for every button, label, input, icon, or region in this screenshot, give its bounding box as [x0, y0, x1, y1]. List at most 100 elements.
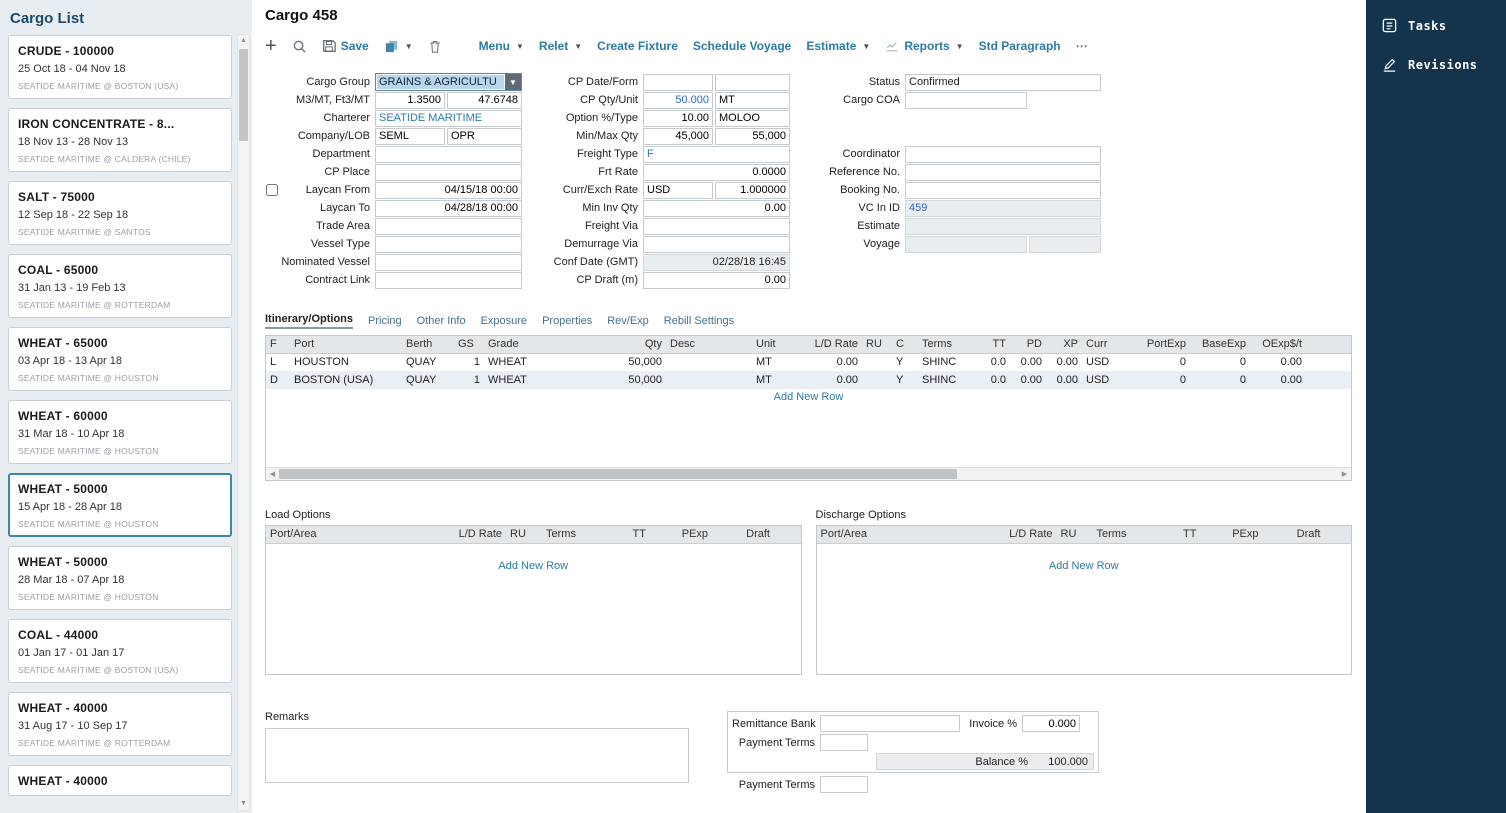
cell-f[interactable]: D: [266, 371, 290, 389]
cp-place-field[interactable]: [375, 164, 522, 181]
cargo-list-item-wheat-60000[interactable]: WHEAT - 60000 31 Mar 18 - 10 Apr 18 SEAT…: [8, 400, 232, 464]
more-options-icon[interactable]: ⋯: [1076, 39, 1089, 53]
cell-baseexp[interactable]: 0: [1190, 353, 1250, 371]
laycan-to-field[interactable]: [375, 200, 522, 217]
cell-berth[interactable]: QUAY: [402, 371, 454, 389]
menu-button[interactable]: Menu ▼: [479, 39, 524, 53]
cell-oexp[interactable]: 0.00: [1250, 353, 1306, 371]
cell-desc[interactable]: [666, 371, 752, 389]
scrollbar-track[interactable]: [279, 468, 1338, 480]
cargo-list-item-coal-65000[interactable]: COAL - 65000 31 Jan 13 - 19 Feb 13 SEATI…: [8, 254, 232, 318]
remarks-textarea[interactable]: [265, 728, 689, 783]
cell-xp[interactable]: 0.00: [1046, 353, 1082, 371]
currency-field[interactable]: [643, 182, 713, 199]
cell-ld-rate[interactable]: 0.00: [798, 353, 862, 371]
vc-in-id-field[interactable]: 459: [905, 200, 1101, 217]
payment-terms-2-field[interactable]: [820, 776, 868, 793]
min-qty-field[interactable]: [643, 128, 713, 145]
option-type-field[interactable]: [715, 110, 790, 127]
ft3mt-field[interactable]: [447, 92, 522, 109]
cell-pd[interactable]: 0.00: [1010, 371, 1046, 389]
cell-xp[interactable]: 0.00: [1046, 371, 1082, 389]
discharge-options-add-new-row-link[interactable]: Add New Row: [817, 560, 1352, 572]
booking-no-field[interactable]: [905, 182, 1101, 199]
tab-rev-exp[interactable]: Rev/Exp: [607, 315, 649, 329]
cargo-list-item-wheat-50000-b[interactable]: WHEAT - 50000 28 Mar 18 - 07 Apr 18 SEAT…: [8, 546, 232, 610]
cargo-list-item-wheat-65000[interactable]: WHEAT - 65000 03 Apr 18 - 13 Apr 18 SEAT…: [8, 327, 232, 391]
itinerary-add-new-row-link[interactable]: Add New Row: [266, 391, 1351, 403]
scroll-left-arrow-icon[interactable]: ◀: [266, 470, 279, 478]
tab-other-info[interactable]: Other Info: [417, 315, 466, 329]
cp-date-field[interactable]: [643, 74, 713, 91]
cell-curr[interactable]: USD: [1082, 353, 1124, 371]
cell-ru[interactable]: [862, 353, 892, 371]
scrollbar-thumb[interactable]: [239, 49, 248, 141]
cp-unit-field[interactable]: [715, 92, 790, 109]
contract-link-field[interactable]: [375, 272, 522, 289]
lob-field[interactable]: [447, 128, 522, 145]
cell-c[interactable]: Y: [892, 353, 918, 371]
std-paragraph-button[interactable]: Std Paragraph: [979, 39, 1061, 53]
tab-pricing[interactable]: Pricing: [368, 315, 402, 329]
tab-exposure[interactable]: Exposure: [481, 315, 527, 329]
department-field[interactable]: [375, 146, 522, 163]
sidebar-scrollbar[interactable]: ▲ ▼: [237, 34, 250, 811]
cell-unit[interactable]: MT: [752, 353, 798, 371]
cell-gs[interactable]: 1: [454, 371, 484, 389]
laycan-checkbox[interactable]: [266, 184, 278, 196]
cell-grade[interactable]: WHEAT: [484, 371, 590, 389]
demurrage-via-field[interactable]: [643, 236, 790, 253]
trade-area-field[interactable]: [375, 218, 522, 235]
reference-no-field[interactable]: [905, 164, 1101, 181]
payment-terms-field[interactable]: [820, 734, 868, 751]
delete-icon[interactable]: [428, 39, 442, 54]
cargo-list-item-wheat-40000[interactable]: WHEAT - 40000 31 Aug 17 - 10 Sep 17 SEAT…: [8, 692, 232, 756]
cell-port[interactable]: HOUSTON: [290, 353, 402, 371]
cargo-list-item-coal-44000[interactable]: COAL - 44000 01 Jan 17 - 01 Jan 17 SEATI…: [8, 619, 232, 683]
cargo-list-item-salt-75000[interactable]: SALT - 75000 12 Sep 18 - 22 Sep 18 SEATI…: [8, 181, 232, 245]
tab-rebill-settings[interactable]: Rebill Settings: [664, 315, 734, 329]
scroll-down-arrow-icon[interactable]: ▼: [240, 798, 247, 810]
laycan-from-field[interactable]: [375, 182, 522, 199]
cell-ru[interactable]: [862, 371, 892, 389]
freight-type-field[interactable]: F: [643, 146, 790, 163]
max-qty-field[interactable]: [715, 128, 790, 145]
rail-item-revisions[interactable]: Revisions: [1366, 45, 1506, 84]
vessel-type-field[interactable]: [375, 236, 522, 253]
cp-form-field[interactable]: [715, 74, 790, 91]
min-inv-qty-field[interactable]: [643, 200, 790, 217]
cell-tt[interactable]: 0.0: [974, 353, 1010, 371]
cell-desc[interactable]: [666, 353, 752, 371]
cell-port[interactable]: BOSTON (USA): [290, 371, 402, 389]
cell-terms[interactable]: SHINC: [918, 353, 974, 371]
cell-baseexp[interactable]: 0: [1190, 371, 1250, 389]
reports-button[interactable]: Reports ▼: [885, 39, 963, 53]
scroll-up-arrow-icon[interactable]: ▲: [240, 35, 247, 47]
tab-itinerary-options[interactable]: Itinerary/Options: [265, 313, 353, 329]
cell-oexp[interactable]: 0.00: [1250, 371, 1306, 389]
tab-properties[interactable]: Properties: [542, 315, 592, 329]
scrollbar-thumb[interactable]: [279, 469, 957, 479]
exch-rate-field[interactable]: [715, 182, 790, 199]
chevron-down-icon[interactable]: ▼: [505, 74, 521, 90]
cell-qty[interactable]: 50,000: [590, 353, 666, 371]
cell-f[interactable]: L: [266, 353, 290, 371]
search-icon[interactable]: [292, 39, 307, 54]
cell-portexp[interactable]: 0: [1124, 371, 1190, 389]
cell-terms[interactable]: SHINC: [918, 371, 974, 389]
company-field[interactable]: [375, 128, 445, 145]
copy-button[interactable]: ▼: [384, 39, 413, 54]
cell-berth[interactable]: QUAY: [402, 353, 454, 371]
coordinator-field[interactable]: [905, 146, 1101, 163]
new-cargo-button[interactable]: +: [265, 36, 277, 56]
create-fixture-button[interactable]: Create Fixture: [597, 39, 678, 53]
cell-tt[interactable]: 0.0: [974, 371, 1010, 389]
load-options-add-new-row-link[interactable]: Add New Row: [266, 560, 801, 572]
nominated-vessel-field[interactable]: [375, 254, 522, 271]
cell-unit[interactable]: MT: [752, 371, 798, 389]
remittance-bank-field[interactable]: [820, 715, 960, 732]
cargo-list-item-iron-concentrate[interactable]: IRON CONCENTRATE - 8... 18 Nov 13 - 28 N…: [8, 108, 232, 172]
cp-qty-field[interactable]: [643, 92, 713, 109]
cargo-list-item-crude-100000[interactable]: CRUDE - 100000 25 Oct 18 - 04 Nov 18 SEA…: [8, 35, 232, 99]
cargo-group-select[interactable]: GRAINS & AGRICULTU ▼: [375, 73, 522, 91]
